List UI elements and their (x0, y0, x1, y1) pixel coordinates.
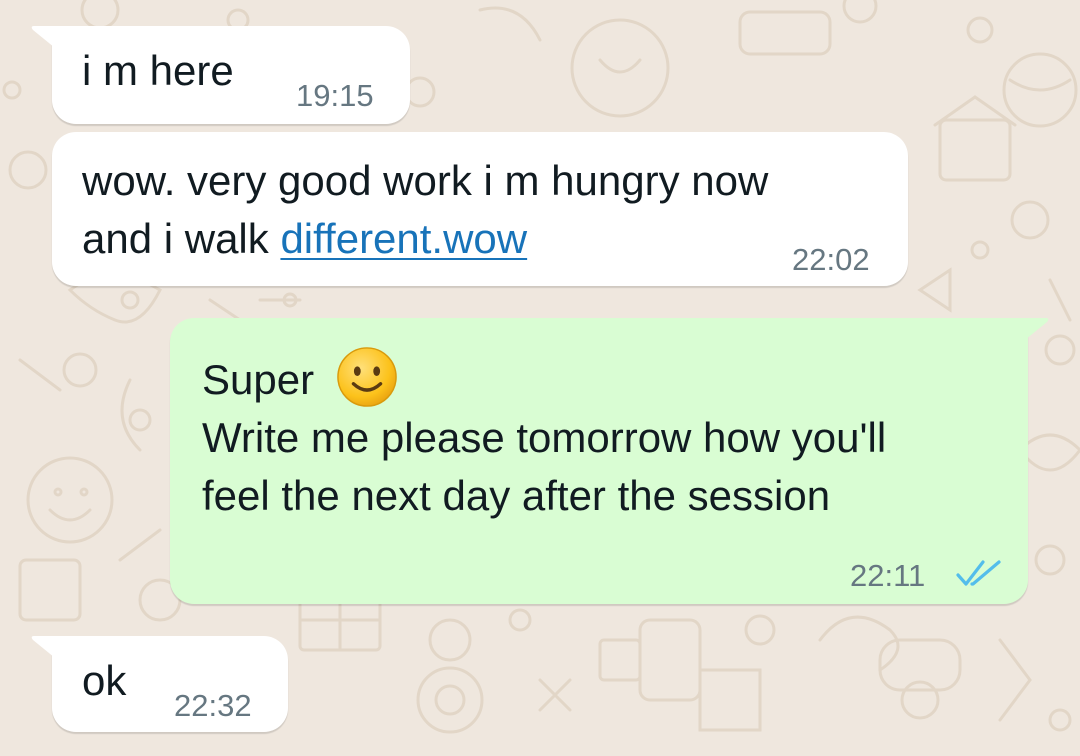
message-text-line: and i walk (82, 215, 281, 262)
message-text-line: Super (202, 356, 315, 403)
message-text: wow. very good work i m hungry now and i… (82, 152, 768, 268)
message-bubble-outgoing[interactable]: Super Write me please tomorrow how you'l… (170, 318, 1049, 604)
read-double-tick-icon (956, 560, 1001, 586)
message-text-line: feel the next day after the session (202, 472, 831, 519)
bubble-tail (31, 636, 60, 662)
message-text: ok (82, 657, 127, 704)
bubble-tail (31, 26, 60, 52)
message-bubble-incoming[interactable]: ok 22:32 (31, 636, 288, 732)
message-link[interactable]: different.wow (280, 215, 527, 262)
message-bubble-incoming[interactable]: wow. very good work i m hungry now and i… (52, 132, 908, 286)
message-timestamp: 22:02 (792, 242, 870, 277)
bubble-tail (1020, 318, 1049, 344)
message-timestamp: 22:11 (850, 558, 926, 593)
message-bubble-incoming[interactable]: i m here 19:15 (31, 26, 410, 124)
message-timestamp: 22:32 (174, 688, 252, 723)
message-text-line: wow. very good work i m hungry now (82, 157, 769, 204)
slightly-smiling-face-icon (336, 347, 397, 407)
message-timestamp: 19:15 (296, 78, 374, 113)
message-text: Super Write me please tomorrow how you'l… (202, 346, 886, 525)
message-text-line: Write me please tomorrow how you'll (202, 414, 887, 461)
message-text: i m here (82, 47, 234, 94)
